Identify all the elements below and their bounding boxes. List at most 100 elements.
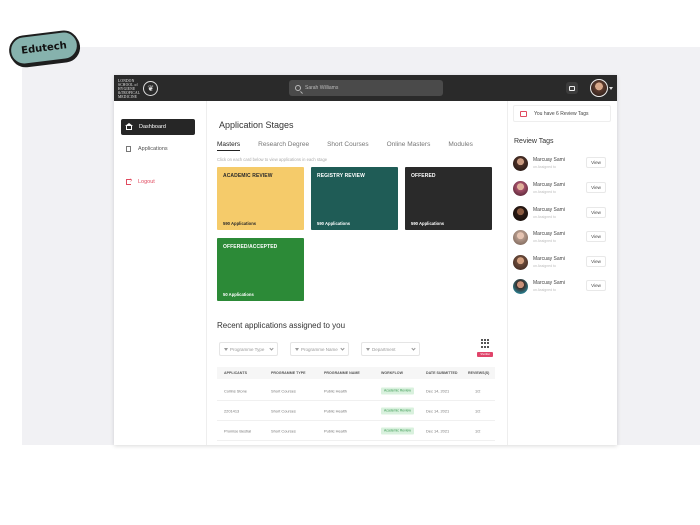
filter-label: Programme Type bbox=[230, 346, 265, 352]
chat-icon bbox=[569, 85, 575, 91]
cell-date: Dec 14, 2021 bbox=[426, 408, 450, 413]
filter-programme-type[interactable]: Programme Type bbox=[219, 342, 278, 356]
tab-modules[interactable]: Modules bbox=[448, 141, 473, 151]
cell-reviews: 1/2 bbox=[475, 408, 481, 413]
tab-masters[interactable]: Masters bbox=[217, 141, 241, 151]
avatar bbox=[513, 206, 528, 221]
reviewer-name: Marcuay Sami bbox=[533, 256, 565, 262]
review-tags-title: Review Tags bbox=[514, 138, 554, 145]
cell-programme-type: Short Courses bbox=[271, 428, 296, 433]
cell-date: Dec 14, 2021 bbox=[426, 388, 450, 393]
review-tag-item: Marcuay Sami on Assigned to View bbox=[513, 204, 613, 224]
stage-card-academic-review[interactable]: ACADEMIC REVIEW 590 Applications bbox=[217, 167, 304, 230]
tab-online-masters[interactable]: Online Masters bbox=[387, 141, 431, 151]
reviewer-meta: on Assigned to bbox=[533, 239, 556, 243]
page-title: Application Stages bbox=[219, 120, 294, 130]
filter-department[interactable]: Department bbox=[361, 342, 420, 356]
cell-programme-type: Short Courses bbox=[271, 408, 296, 413]
reviewer-meta: on Assigned to bbox=[533, 190, 556, 194]
table-header: APPLICANTS PROGRAMME TYPE PROGRAMME NAME… bbox=[217, 367, 495, 379]
main-content: Application Stages Masters Research Degr… bbox=[207, 101, 507, 445]
review-tags-notice[interactable]: You have 6 Review Tags bbox=[513, 105, 611, 122]
cell-programme-type: Short Courses bbox=[271, 388, 296, 393]
stage-count: 590 Applications bbox=[411, 221, 445, 226]
tab-short-courses[interactable]: Short Courses bbox=[327, 141, 369, 151]
chevron-down-icon bbox=[269, 345, 274, 351]
view-button[interactable]: View bbox=[586, 207, 606, 218]
stage-card-registry-review[interactable]: REGISTRY REVIEW 590 Applications bbox=[311, 167, 398, 230]
search-bar[interactable] bbox=[289, 80, 443, 96]
stage-title: OFFERED/ACCEPTED bbox=[223, 244, 278, 250]
stage-title: OFFERED bbox=[411, 173, 436, 179]
avatar bbox=[513, 255, 528, 270]
filter-label: Department bbox=[372, 346, 396, 352]
stages-hint: Click on each card below to view applica… bbox=[217, 157, 328, 162]
recent-applications-title: Recent applications assigned to you bbox=[217, 321, 346, 330]
stage-count: 590 Applications bbox=[317, 221, 351, 226]
reviewer-meta: on Assigned to bbox=[533, 215, 556, 219]
cell-applicant: 2201413 bbox=[224, 408, 240, 413]
reviewer-name: Marcuay Sami bbox=[533, 182, 565, 188]
cell-reviews: 1/2 bbox=[475, 388, 481, 393]
sidebar-item-label: Applications bbox=[138, 146, 168, 152]
programme-tabs: Masters Research Degree Short Courses On… bbox=[217, 141, 491, 151]
chevron-down-icon bbox=[411, 345, 416, 351]
review-tag-item: Marcuay Sami on Assigned to View bbox=[513, 253, 613, 273]
column-header: DATE SUBMITTED bbox=[426, 371, 458, 375]
stage-count: 590 Applications bbox=[223, 221, 257, 226]
filter-icon bbox=[295, 347, 299, 351]
stage-card-offered[interactable]: OFFERED 590 Applications bbox=[405, 167, 492, 230]
logout-icon bbox=[126, 177, 132, 185]
workflow-badge: Academic Review bbox=[381, 407, 414, 414]
filter-icon bbox=[366, 347, 370, 351]
stage-card-offered-accepted[interactable]: OFFERED/ACCEPTED 50 Applications bbox=[217, 238, 304, 301]
sidebar: Dashboard Applications Logout bbox=[114, 101, 207, 445]
view-button[interactable]: View bbox=[586, 182, 606, 193]
view-button[interactable]: View bbox=[586, 256, 606, 267]
sidebar-item-applications[interactable]: Applications bbox=[121, 141, 195, 157]
user-avatar[interactable] bbox=[590, 79, 608, 97]
column-header: PROGRAMME NAME bbox=[324, 371, 360, 375]
workflow-badge: Academic Review bbox=[381, 427, 414, 434]
view-button[interactable]: View bbox=[586, 231, 606, 242]
column-header: PROGRAMME TYPE bbox=[271, 371, 306, 375]
search-input[interactable] bbox=[305, 85, 425, 91]
table-row[interactable]: 2201413 Short Courses Public Health Acad… bbox=[217, 401, 495, 421]
reviewer-name: Marcuay Sami bbox=[533, 280, 565, 286]
cell-applicant: Promise Bestial bbox=[224, 428, 252, 433]
table-row[interactable]: Promise Bestial Short Courses Public Hea… bbox=[217, 421, 495, 441]
tab-research-degree[interactable]: Research Degree bbox=[258, 141, 309, 151]
chevron-down-icon[interactable] bbox=[609, 87, 613, 90]
grid-view-icon[interactable] bbox=[481, 339, 490, 348]
shortlist-button[interactable]: Shortlist bbox=[477, 352, 493, 357]
chevron-down-icon bbox=[340, 345, 345, 351]
home-icon bbox=[125, 123, 133, 130]
notice-text: You have 6 Review Tags bbox=[534, 110, 589, 117]
table-row[interactable]: Collins Stone Short Courses Public Healt… bbox=[217, 381, 495, 401]
review-tag-item: Marcuay Sami on Assigned to View bbox=[513, 277, 613, 297]
logout-button[interactable]: Logout bbox=[121, 174, 195, 190]
logout-label: Logout bbox=[138, 179, 155, 185]
workflow-badge: Academic Review bbox=[381, 387, 414, 394]
reviewer-meta: on Assigned to bbox=[533, 264, 556, 268]
messages-button[interactable] bbox=[566, 82, 578, 94]
cell-programme-name: Public Health bbox=[324, 408, 347, 413]
review-tag-item: Marcuay Sami on Assigned to View bbox=[513, 154, 613, 174]
review-tags-panel: You have 6 Review Tags Review Tags Marcu… bbox=[507, 101, 617, 445]
search-icon bbox=[295, 85, 301, 91]
crest-icon: ❦ bbox=[143, 81, 159, 96]
column-header: APPLICANTS bbox=[224, 371, 247, 375]
logo-text: LONDON SCHOOL of HYGIENE &TROPICAL MEDIC… bbox=[118, 78, 141, 99]
app-window: LONDON SCHOOL of HYGIENE &TROPICAL MEDIC… bbox=[114, 75, 617, 445]
review-tag-item: Marcuay Sami on Assigned to View bbox=[513, 228, 613, 248]
view-button[interactable]: View bbox=[586, 280, 606, 291]
filter-label: Programme Name bbox=[301, 346, 338, 352]
avatar bbox=[513, 230, 528, 245]
stage-count: 50 Applications bbox=[223, 292, 254, 297]
reviewer-name: Marcuay Sami bbox=[533, 207, 565, 213]
school-logo[interactable]: LONDON SCHOOL of HYGIENE &TROPICAL MEDIC… bbox=[118, 78, 166, 99]
view-button[interactable]: View bbox=[586, 157, 606, 168]
document-icon bbox=[126, 146, 131, 152]
sidebar-item-dashboard[interactable]: Dashboard bbox=[121, 119, 195, 135]
filter-programme-name[interactable]: Programme Name bbox=[290, 342, 349, 356]
